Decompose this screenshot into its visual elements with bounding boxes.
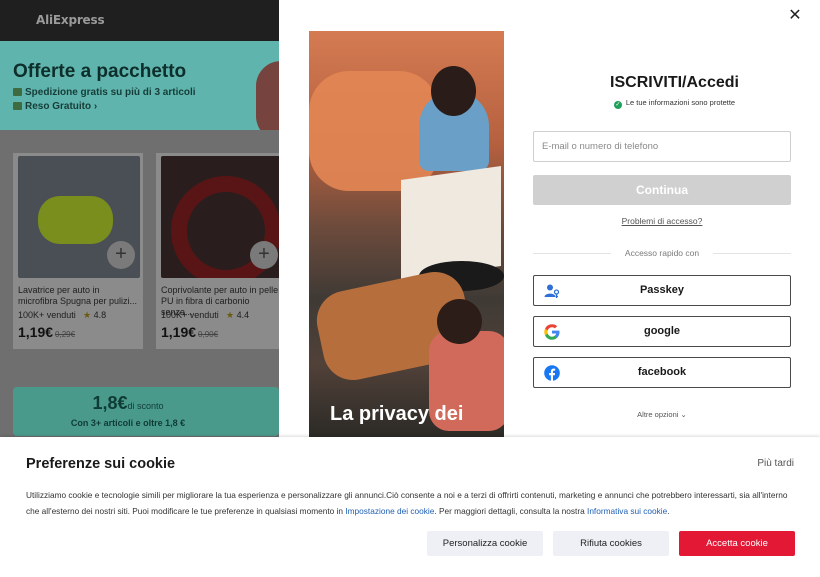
product-rating: ★ 4.4 [226, 310, 249, 321]
chevron-right-icon: › [93, 101, 98, 112]
promo-shipping: Spedizione gratis su più di 3 articoli [13, 87, 196, 98]
cookie-text-part3: . [667, 505, 670, 516]
chevron-down-icon: ⌄ [680, 410, 687, 419]
cookie-banner: Preferenze sui cookie Più tardi Utilizzi… [0, 437, 820, 577]
cookie-description: Utilizziamo cookie e tecnologie simili p… [26, 488, 798, 519]
google-label: google [643, 325, 681, 337]
shield-check-icon: ✓ [613, 101, 622, 109]
facebook-button[interactable]: facebook [533, 357, 791, 388]
promo-shipping-text: Spedizione gratis su più di 3 articoli [25, 87, 196, 98]
promo-returns-text: Reso Gratuito [25, 101, 92, 112]
bundle-subtitle: Con 3+ articoli e oltre 1,8 € [70, 418, 186, 428]
product-price: 1,19€ 0,90€ [161, 324, 218, 340]
product-card[interactable]: + Coprivolante per auto in pelle PU in f… [156, 153, 286, 349]
secure-text: Le tue informazioni sono protette [625, 98, 736, 107]
promo-title: Offerte a pacchetto [13, 61, 187, 82]
passkey-button[interactable]: Passkey [533, 275, 791, 306]
cookie-title: Preferenze sui cookie [26, 456, 176, 472]
reject-cookies-button[interactable]: Rifiuta cookies [553, 531, 669, 556]
hero-caption: La privacy dei [330, 403, 464, 425]
bundle-discount-banner[interactable]: 1,8€di sconto Con 3+ articoli e oltre 1,… [13, 387, 279, 436]
cookie-settings-link[interactable]: Impostazione dei cookie [345, 506, 434, 516]
login-title: ISCRIVITI/Accedi [610, 74, 739, 91]
access-problems-link[interactable]: Problemi di accesso? [533, 216, 791, 226]
product-sold: 100K+ venduti [161, 310, 219, 320]
product-rating-value: 4.4 [236, 310, 250, 320]
continue-button[interactable]: Continua [533, 175, 791, 205]
product-price-value: 1,19€ [18, 324, 54, 340]
product-name: Lavatrice per auto in microfibra Spugna … [18, 285, 138, 306]
divider-text: Accesso rapido con [624, 248, 700, 258]
cookie-policy-link[interactable]: Informativa sui cookie [587, 506, 667, 516]
secure-notice: ✓ Le tue informazioni sono protette [533, 98, 816, 109]
promo-returns[interactable]: Reso Gratuito › [13, 101, 97, 112]
more-options-link[interactable]: Altre opzioni ⌄ [533, 410, 791, 419]
personalize-cookies-button[interactable]: Personalizza cookie [427, 531, 543, 556]
cookie-text-part2: . Per maggiori dettagli, consulta la nos… [434, 505, 588, 516]
product-old-price: 0,90€ [198, 330, 219, 339]
product-card[interactable]: + Lavatrice per auto in microfibra Spugn… [13, 153, 143, 349]
star-icon: ★ [83, 310, 92, 320]
product-price: 1,19€ 0,29€ [18, 324, 75, 340]
truck-icon [13, 88, 22, 96]
close-icon[interactable]: ✕ [788, 8, 802, 24]
promo-decoration [236, 41, 279, 130]
later-link[interactable]: Più tardi [757, 458, 794, 469]
passkey-label: Passkey [639, 284, 685, 296]
hero-image: La privacy dei [309, 31, 504, 437]
login-modal: ✕ La privacy dei ISCRIVITI/Accedi ✓ Le tu… [279, 0, 820, 437]
add-to-cart-icon[interactable]: + [250, 241, 278, 269]
star-icon: ★ [226, 310, 235, 320]
hero-head-shape [431, 66, 476, 116]
accept-cookies-button[interactable]: Accetta cookie [679, 531, 795, 556]
hero-head-shape [437, 299, 482, 344]
bundle-amount: 1,8€di sconto [13, 393, 243, 414]
email-field[interactable] [533, 131, 791, 162]
more-options-label: Altre opzioni [637, 410, 679, 419]
return-icon [13, 102, 22, 110]
quick-access-divider: Accesso rapido con [533, 247, 791, 259]
bundle-amount-value: 1,8€ [92, 393, 128, 413]
product-sold: 100K+ venduti [18, 310, 76, 320]
product-rating: ★ 4.8 [83, 310, 106, 321]
bundle-amount-suffix: di sconto [127, 401, 164, 411]
google-button[interactable]: google [533, 316, 791, 347]
facebook-label: facebook [637, 366, 687, 378]
sponge-shape [38, 196, 113, 244]
product-old-price: 0,29€ [55, 330, 76, 339]
product-rating-value: 4.8 [93, 310, 107, 320]
aliexpress-logo[interactable]: AliExpress [36, 13, 105, 27]
product-price-value: 1,19€ [161, 324, 197, 340]
add-to-cart-icon[interactable]: + [107, 241, 135, 269]
